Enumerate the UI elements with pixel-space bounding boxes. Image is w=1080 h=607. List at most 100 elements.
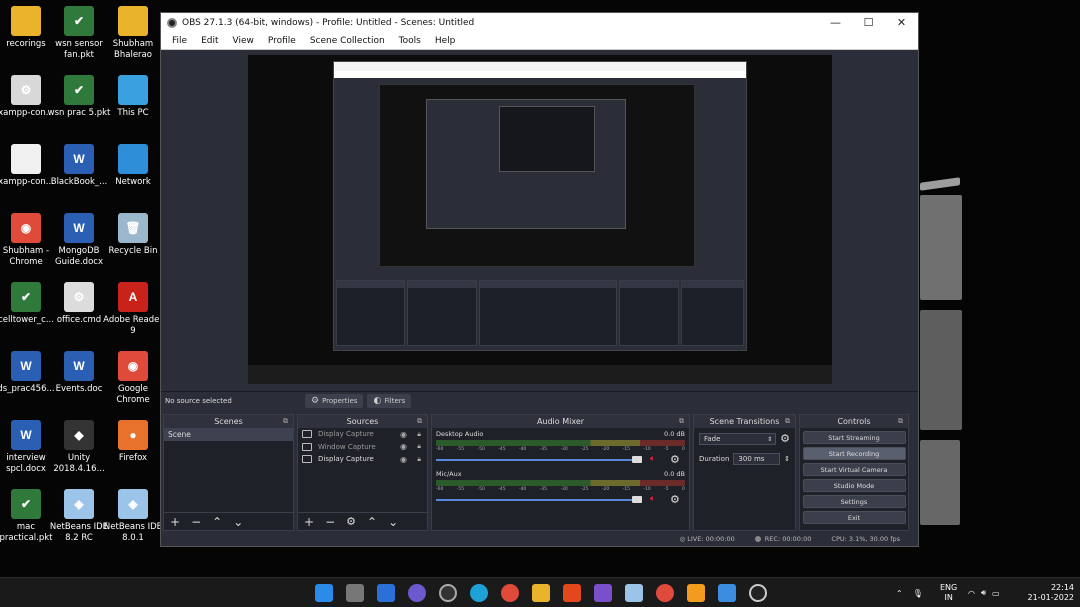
desktop-icon-image bbox=[118, 144, 148, 174]
source-settings-gear-icon[interactable]: ⚙ bbox=[346, 515, 356, 528]
desktop-icon-label: Network bbox=[115, 177, 151, 187]
clock[interactable]: 22:14 21-01-2022 bbox=[1024, 578, 1075, 607]
channel-name: Mic/Aux bbox=[436, 470, 462, 478]
mute-speaker-icon[interactable]: 🔈︎ bbox=[650, 494, 655, 504]
file-explorer-icon[interactable] bbox=[532, 584, 550, 602]
desktop-icon[interactable]: Network bbox=[100, 144, 166, 188]
menu-file[interactable]: File bbox=[172, 36, 187, 46]
lock-icon[interactable]: 🔒︎ bbox=[417, 455, 421, 464]
preview-area[interactable] bbox=[161, 51, 918, 391]
visual-studio-icon[interactable] bbox=[594, 584, 612, 602]
volume-slider[interactable]: 🔈︎ ⚙ bbox=[436, 493, 685, 506]
dock-float-icon[interactable]: ⧉ bbox=[785, 415, 790, 428]
window-icon bbox=[302, 442, 312, 451]
netbeans-icon[interactable] bbox=[625, 584, 643, 602]
desktop-icon-image bbox=[118, 6, 148, 36]
dock-float-icon[interactable]: ⧉ bbox=[898, 415, 903, 428]
desktop-icon[interactable]: ◉ Google Chrome bbox=[100, 351, 166, 406]
source-item[interactable]: Display Capture ◉ 🔒︎ bbox=[298, 453, 427, 466]
meter-tick: -20 bbox=[601, 487, 610, 492]
desktop-icon[interactable]: 🗑 Recycle Bin bbox=[100, 213, 166, 257]
obs-taskbar-icon[interactable] bbox=[749, 584, 767, 602]
start-streaming-button[interactable]: Start Streaming bbox=[802, 431, 906, 444]
properties-button[interactable]: ⚙ Properties bbox=[305, 393, 364, 408]
live-timer: LIVE: 00:00:00 bbox=[687, 534, 735, 543]
start-virtual-camera-button[interactable]: Start Virtual Camera bbox=[802, 463, 906, 476]
transition-select[interactable]: Fade ⇕ bbox=[699, 432, 777, 445]
menu-edit[interactable]: Edit bbox=[201, 36, 218, 46]
task-view-icon[interactable] bbox=[346, 584, 364, 602]
remove-source-button[interactable]: − bbox=[325, 515, 335, 529]
channel-gear-icon[interactable]: ⚙ bbox=[670, 453, 680, 466]
menu-profile[interactable]: Profile bbox=[268, 36, 296, 46]
dell-icon[interactable] bbox=[439, 584, 457, 602]
source-item[interactable]: Display Capture ◉ 🔒︎ bbox=[298, 428, 427, 441]
preview-canvas[interactable] bbox=[248, 55, 832, 384]
volume-slider[interactable]: 🔈︎ ⚙ bbox=[436, 453, 685, 466]
menu-scene-collection[interactable]: Scene Collection bbox=[310, 36, 385, 46]
add-source-button[interactable]: + bbox=[304, 515, 314, 529]
duration-stepper-icon[interactable]: ⇕ bbox=[784, 455, 790, 463]
desktop-icon[interactable]: A Adobe Reader 9 bbox=[100, 282, 166, 337]
desktop-icon-image bbox=[11, 144, 41, 174]
lock-icon[interactable]: 🔒︎ bbox=[417, 430, 421, 439]
transition-gear-icon[interactable]: ⚙ bbox=[780, 432, 790, 445]
scene-item[interactable]: Scene bbox=[164, 428, 293, 441]
menu-help[interactable]: Help bbox=[435, 36, 456, 46]
move-up-icon[interactable]: ⌃ bbox=[367, 515, 377, 529]
sublime-icon[interactable] bbox=[687, 584, 705, 602]
chevron-up-icon[interactable]: ⌃ bbox=[896, 589, 903, 598]
start-icon[interactable] bbox=[315, 584, 333, 602]
language-indicator[interactable]: ENG IN bbox=[940, 578, 957, 607]
studio-mode-button[interactable]: Studio Mode bbox=[802, 479, 906, 492]
slider-handle[interactable] bbox=[632, 456, 642, 463]
duration-input[interactable]: 300 ms bbox=[733, 453, 781, 465]
move-down-icon[interactable]: ⌄ bbox=[233, 515, 243, 529]
lock-icon[interactable]: 🔒︎ bbox=[417, 442, 421, 451]
widgets-icon[interactable] bbox=[377, 584, 395, 602]
channel-db: 0.0 dB bbox=[664, 470, 685, 478]
visibility-eye-icon[interactable]: ◉ bbox=[400, 442, 407, 451]
move-down-icon[interactable]: ⌄ bbox=[388, 515, 398, 529]
edge-icon[interactable] bbox=[470, 584, 488, 602]
office-icon[interactable] bbox=[563, 584, 581, 602]
desktop-icon[interactable]: Shubham Bhalerao bbox=[100, 6, 166, 61]
slider-handle[interactable] bbox=[632, 496, 642, 503]
desktop-icon-image: ◈ bbox=[118, 489, 148, 519]
chrome-icon[interactable] bbox=[501, 584, 519, 602]
exit-button[interactable]: Exit bbox=[802, 511, 906, 524]
obs-logo-icon bbox=[167, 18, 177, 28]
visibility-eye-icon[interactable]: ◉ bbox=[400, 430, 407, 439]
desktop-icon[interactable]: This PC bbox=[100, 75, 166, 119]
desktop-icon-label: This PC bbox=[117, 108, 149, 118]
visibility-eye-icon[interactable]: ◉ bbox=[400, 455, 407, 464]
minimize-button[interactable]: — bbox=[819, 13, 852, 33]
desktop-icon[interactable]: ● Firefox bbox=[100, 420, 166, 464]
add-scene-button[interactable]: + bbox=[170, 515, 180, 529]
close-button[interactable]: ✕ bbox=[885, 13, 918, 33]
remove-scene-button[interactable]: − bbox=[191, 515, 201, 529]
menu-view[interactable]: View bbox=[233, 36, 254, 46]
filters-button[interactable]: ◐ Filters bbox=[367, 393, 412, 408]
mixer-header: Audio Mixer bbox=[536, 417, 585, 426]
desktop-icon[interactable]: ◈ NetBeans IDE 8.0.1 bbox=[100, 489, 166, 544]
meter-ticks: -60 -55 -50 -45 -40 -35 -30 -25 -20 -15 -10 -5 0 bbox=[436, 487, 685, 494]
meter-tick: -50 bbox=[477, 447, 485, 452]
menu-tools[interactable]: Tools bbox=[399, 36, 421, 46]
chrome-profile-icon[interactable] bbox=[656, 584, 674, 602]
mute-speaker-icon[interactable]: 🔈︎ bbox=[650, 454, 655, 464]
dock-float-icon[interactable]: ⧉ bbox=[417, 415, 422, 428]
mixer-channel-desktop: Desktop Audio 0.0 dB -60 -55 -50 -45 -40 -35 -3… bbox=[432, 428, 689, 468]
notepad-icon[interactable] bbox=[718, 584, 736, 602]
dock-float-icon[interactable]: ⧉ bbox=[679, 415, 684, 428]
source-item[interactable]: Window Capture ◉ 🔒︎ bbox=[298, 441, 427, 454]
channel-gear-icon[interactable]: ⚙ bbox=[670, 493, 680, 506]
chat-icon[interactable] bbox=[408, 584, 426, 602]
dock-float-icon[interactable]: ⧉ bbox=[283, 415, 288, 428]
maximize-button[interactable]: ☐ bbox=[852, 13, 885, 33]
settings-button[interactable]: Settings bbox=[802, 495, 906, 508]
microphone-icon[interactable]: 🎙︎ bbox=[913, 589, 923, 598]
start-recording-button[interactable]: Start Recording bbox=[802, 447, 906, 460]
status-icons[interactable]: ◠ 🔊︎ ▭ bbox=[968, 578, 1000, 607]
move-up-icon[interactable]: ⌃ bbox=[212, 515, 222, 529]
